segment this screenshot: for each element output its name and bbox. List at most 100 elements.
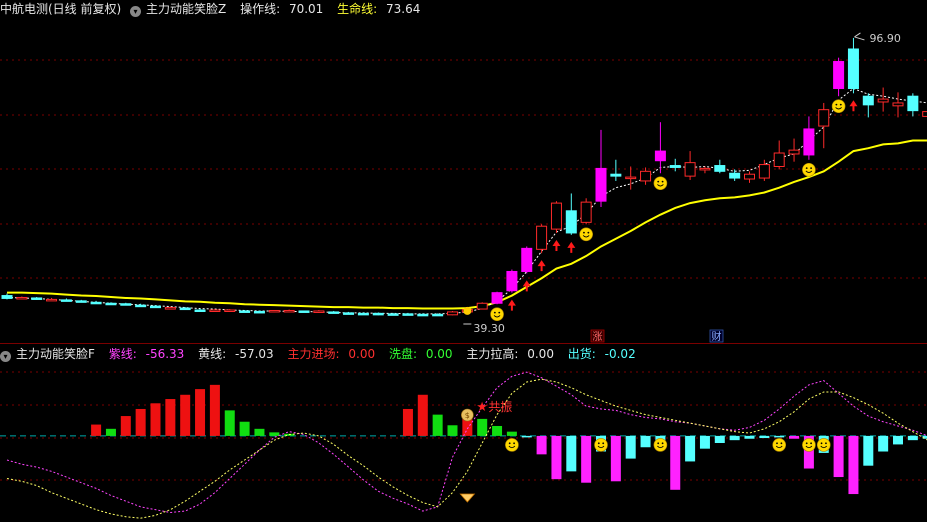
histogram-bar [239,421,250,436]
candle [268,309,280,313]
candle-body [877,98,889,103]
candle [818,102,830,149]
candle [580,198,592,225]
sub-indicator-name[interactable]: ▾ 主力动能笑脸F [0,347,100,362]
histogram-bar [759,435,770,439]
indicator-name[interactable]: ▾ 主力动能笑脸Z [130,2,231,17]
histogram-bar [685,435,696,462]
histogram-bar [462,418,473,436]
candle-body [135,304,147,308]
histogram-bar [789,435,800,439]
smiley-eye [498,311,501,314]
candle-body [476,302,488,310]
candle [862,93,874,118]
candle [60,298,72,302]
histogram-bar [744,435,755,439]
smiley-eye [780,442,783,445]
candle [1,293,13,300]
candle [907,93,919,117]
smiley-eye [661,180,664,183]
histogram-bar [551,435,562,480]
histogram-bar [269,432,280,436]
candle [16,296,28,300]
candle [75,299,87,303]
candle-body [922,111,927,117]
smiley-icon [772,438,787,452]
candle-body [788,149,800,155]
candle-body [818,109,830,127]
candle-body [669,165,681,168]
candle-body [387,313,399,316]
life-line [7,139,927,310]
smiley-face [802,438,816,452]
histogram-bar [195,389,206,436]
stock-title[interactable]: 中航电测(日线 前复权) [0,2,121,16]
candle-body [550,202,562,230]
smiley-eye [810,167,812,170]
candle [387,312,399,316]
candle [625,166,637,190]
candle [699,166,711,174]
candle [491,291,503,305]
tag-rise-text: 涨 [593,331,603,343]
money-bag-icon [463,306,472,315]
candle-body [640,170,652,182]
smiley-eye [810,442,812,445]
candle [328,310,340,314]
candle [90,300,102,305]
candle-body [343,312,355,315]
candle-body [506,270,518,292]
candle-body [447,311,458,316]
candle-body [283,309,295,313]
candle [550,201,562,233]
candle-body [907,95,919,112]
histogram-bar [714,435,725,443]
candle-body [60,299,72,302]
smiley-eye [805,167,808,170]
candle [283,309,295,313]
histogram-bar [640,435,651,448]
histogram-bar [180,394,191,436]
candle [610,159,622,181]
candle-body [773,152,785,167]
candle-body [313,310,325,313]
purple-line [6,371,927,513]
price-chart[interactable]: 96.90 39.30 涨 财 [0,18,927,343]
candle-body [150,305,161,309]
histogram-bar [165,399,176,436]
panel-divider [0,343,927,344]
smiley-eye [835,103,838,106]
indicator-chart[interactable]: $ ★ 共振 [0,363,927,522]
life-line-label: 生命线: 73.64 [337,2,421,16]
histogram-bar [566,435,577,472]
smiley-icon [831,99,846,113]
candle [922,111,927,117]
smiley-eye [597,442,600,445]
smiley-eye [805,442,808,445]
candle [343,311,355,315]
smiley-eye [513,442,515,445]
chevron-down-icon[interactable]: ▾ [130,6,142,17]
histogram-bar [670,435,681,490]
candle [536,224,548,254]
smiley-face [831,99,846,113]
candle [298,310,310,313]
candle [684,151,696,180]
high-pointer [854,32,865,41]
chevron-down-icon[interactable]: ▾ [0,351,11,362]
low-price-label: 39.30 [473,322,505,335]
smiley-icon [653,438,668,452]
candle-body [729,172,741,179]
smiley-face [505,438,519,452]
candle [432,313,444,317]
candle [788,138,800,162]
histogram-bar [521,435,532,438]
wash-label: 洗盘: 0.00 [388,347,453,361]
candle-body [209,309,221,312]
smiley-eye [825,442,827,445]
candle-body [402,313,414,316]
tag-rise: 涨 [590,329,605,343]
candle-body [610,173,622,177]
resonance-label: 共振 [488,400,512,414]
money-bag-icon: $ [461,408,474,422]
